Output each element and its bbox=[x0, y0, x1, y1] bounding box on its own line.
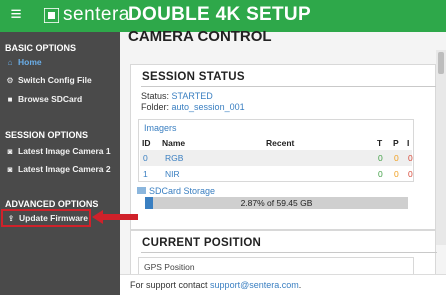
session-folder-line: Folder: auto_session_001 bbox=[141, 102, 245, 112]
footer-text: For support contact support@sentera.com. bbox=[130, 280, 301, 290]
imager-id: 1 bbox=[143, 169, 148, 179]
sidebar-item-browse-sdcard[interactable]: ■ Browse SDCard bbox=[5, 94, 117, 109]
sdcard-storage-label: SDCard Storage bbox=[137, 186, 215, 196]
sidebar-item-latest-image-camera-2[interactable]: ◙ Latest Image Camera 2 bbox=[5, 164, 117, 179]
imager-i: 0 bbox=[408, 153, 413, 163]
sidebar-item-update-firmware[interactable]: ⇪ Update Firmware bbox=[6, 213, 90, 228]
sidebar-item-latest-image-camera-1[interactable]: ◙ Latest Image Camera 1 bbox=[5, 146, 117, 161]
app-title: DOUBLE 4K SETUP bbox=[128, 4, 311, 25]
divider bbox=[141, 86, 437, 87]
column-header-i: I bbox=[407, 138, 410, 148]
imager-p: 0 bbox=[394, 153, 399, 163]
column-header-p: P bbox=[393, 138, 399, 148]
current-position-title: CURRENT POSITION bbox=[142, 237, 262, 249]
divider bbox=[141, 252, 437, 253]
folder-icon: ■ bbox=[7, 95, 13, 104]
folder-label: Folder: bbox=[141, 102, 170, 112]
imager-i: 0 bbox=[408, 169, 413, 179]
logo-text: sentera bbox=[63, 4, 130, 25]
imager-id: 0 bbox=[143, 153, 148, 163]
upload-icon: ⇪ bbox=[7, 214, 15, 223]
hamburger-menu-icon[interactable]: ≡ bbox=[0, 0, 32, 32]
sentera-logo-mark-icon bbox=[44, 8, 59, 23]
status-label: Status: bbox=[141, 91, 170, 101]
sidebar-item-label: Latest Image Camera 2 bbox=[18, 164, 111, 174]
camera-icon: ◙ bbox=[7, 165, 13, 174]
sdcard-icon bbox=[137, 187, 146, 194]
imager-name: RGB bbox=[165, 153, 184, 163]
page-title: CAMERA CONTROL bbox=[128, 28, 272, 45]
sdcard-usage-text: 2.87% of 59.45 GB bbox=[240, 198, 313, 208]
column-header-t: T bbox=[377, 138, 383, 148]
gps-position-label: GPS Position bbox=[144, 262, 195, 272]
imager-p: 0 bbox=[394, 169, 399, 179]
gps-position-panel: GPS Position bbox=[138, 257, 414, 275]
column-header-id: ID bbox=[142, 138, 151, 148]
footer-end: . bbox=[298, 280, 302, 290]
home-icon: ⌂ bbox=[7, 58, 13, 67]
folder-value: auto_session_001 bbox=[171, 102, 245, 112]
gears-icon: ⚙ bbox=[6, 76, 14, 85]
imager-t: 0 bbox=[378, 153, 383, 163]
sidebar-item-label: Browse SDCard bbox=[18, 94, 83, 104]
sidebar-item-label: Update Firmware bbox=[19, 213, 88, 223]
table-row: 1 NIR 0 0 0 bbox=[140, 166, 413, 182]
status-value: STARTED bbox=[171, 91, 213, 101]
sidebar-item-switch-config-file[interactable]: ⚙ Switch Config File bbox=[5, 75, 117, 90]
sentera-logo[interactable]: sentera bbox=[44, 4, 129, 27]
sdcard-storage-text: SDCard Storage bbox=[149, 186, 216, 196]
sidebar-item-label: Home bbox=[18, 57, 42, 67]
scrollbar-track[interactable] bbox=[436, 50, 446, 245]
footer: For support contact support@sentera.com. bbox=[120, 274, 446, 295]
session-status-line: Status: STARTED bbox=[141, 91, 213, 101]
imagers-label: Imagers bbox=[144, 123, 177, 133]
sidebar-item-home[interactable]: ⌂ Home bbox=[5, 57, 117, 72]
imagers-panel: Imagers ID Name Recent T P I 0 RGB 0 0 0… bbox=[138, 119, 414, 182]
update-firmware-highlight: ⇪ Update Firmware bbox=[1, 209, 91, 227]
red-arrow-annotation-icon bbox=[92, 210, 138, 224]
support-email-link[interactable]: support@sentera.com bbox=[210, 280, 299, 290]
sidebar-item-label: Switch Config File bbox=[18, 75, 92, 85]
imager-name: NIR bbox=[165, 169, 180, 179]
camera-icon: ◙ bbox=[7, 147, 13, 156]
imager-t: 0 bbox=[378, 169, 383, 179]
table-row: 0 RGB 0 0 0 bbox=[140, 150, 413, 166]
sdcard-usage-bar: 2.87% of 59.45 GB bbox=[145, 197, 408, 209]
sidebar-item-label: Latest Image Camera 1 bbox=[18, 146, 111, 156]
footer-support-text: For support contact bbox=[130, 280, 211, 290]
column-header-name: Name bbox=[162, 138, 186, 148]
sidebar: BASIC OPTIONS ⌂ Home ⚙ Switch Config File … bbox=[0, 32, 120, 295]
column-header-recent: Recent bbox=[266, 138, 295, 148]
section-basic-options: BASIC OPTIONS bbox=[5, 43, 77, 53]
section-session-options: SESSION OPTIONS bbox=[5, 130, 89, 140]
session-status-title: SESSION STATUS bbox=[142, 71, 245, 83]
scrollbar-thumb[interactable] bbox=[438, 52, 444, 74]
section-advanced-options: ADVANCED OPTIONS bbox=[5, 199, 99, 209]
